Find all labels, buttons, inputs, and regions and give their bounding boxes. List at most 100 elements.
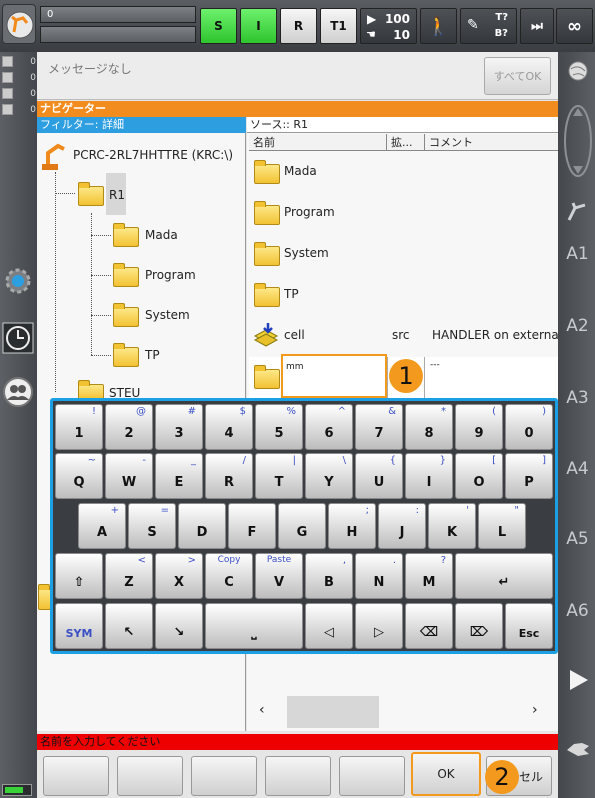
tree-item-tp[interactable]: TP (145, 348, 160, 362)
key-f[interactable]: F (228, 503, 276, 549)
scroll-thumb[interactable] (287, 696, 379, 728)
run-mode-button[interactable]: ⏭ (520, 8, 554, 44)
robot-interpreter-status[interactable]: R (280, 8, 317, 44)
operating-mode-button[interactable]: T1 (320, 8, 357, 44)
axis-label-a5[interactable]: A5 (560, 529, 595, 549)
message-count-hint[interactable]: 0 (2, 104, 36, 115)
acknowledge-all-button[interactable]: すべてOK (484, 57, 551, 95)
key-4[interactable]: $4 (205, 404, 253, 450)
softkey-3[interactable] (191, 756, 257, 796)
column-header-ext[interactable]: 拡... (387, 134, 425, 151)
comment-input[interactable]: --- (430, 360, 440, 370)
key-n[interactable]: .N (355, 553, 403, 599)
list-item[interactable]: cell src HANDLER on external ... (249, 316, 558, 356)
softkey-1[interactable] (43, 756, 109, 796)
key-i[interactable]: } I (405, 453, 453, 499)
key-a[interactable]: + A (78, 503, 126, 549)
cursor-home-icon[interactable]: ↖ (105, 603, 153, 649)
key-b[interactable]: ,B (305, 553, 353, 599)
message-count-quit[interactable]: 0 (2, 88, 36, 99)
column-header-comment[interactable]: コメント (425, 134, 558, 151)
scroll-left-icon[interactable]: ‹ (259, 702, 265, 718)
jog-mode-button[interactable]: 🚶 (420, 8, 457, 44)
play-start-icon[interactable] (566, 668, 590, 692)
override-button[interactable]: ▶ 100 ☚ 10 (360, 8, 417, 44)
key-p[interactable]: ] P (505, 453, 553, 499)
key-w[interactable]: -W (105, 453, 153, 499)
column-header-name[interactable]: 名前 (249, 134, 387, 151)
key-s[interactable]: = S (128, 503, 176, 549)
key-r[interactable]: / R (205, 453, 253, 499)
cursor-right-icon[interactable]: ▷ (355, 603, 403, 649)
gear-icon[interactable] (3, 266, 33, 296)
axis-label-a1[interactable]: A1 (560, 244, 595, 264)
filter-label[interactable]: フィルター: 詳細 (37, 117, 246, 133)
list-item[interactable]: System (249, 234, 558, 274)
key-h[interactable]: ; H (328, 503, 376, 549)
ok-button[interactable]: OK (411, 752, 481, 796)
key-g[interactable]: G (278, 503, 326, 549)
axis-label-a2[interactable]: A2 (560, 316, 595, 336)
incremental-button[interactable]: ∞ (556, 8, 593, 44)
cursor-end-icon[interactable]: ↘ (155, 603, 203, 649)
message-count-ack[interactable]: 0 (2, 56, 36, 67)
key-k[interactable]: ' K (428, 503, 476, 549)
key-9[interactable]: (9 (455, 404, 503, 450)
key-0[interactable]: ) 0 (505, 404, 553, 450)
softkey-2[interactable] (117, 756, 183, 796)
key-3[interactable]: #3 (155, 404, 203, 450)
key-x[interactable]: > X (155, 553, 203, 599)
list-item[interactable]: TP (249, 275, 558, 315)
key-l[interactable]: " L (478, 503, 526, 549)
horizontal-scrollbar[interactable]: ‹ › (249, 693, 555, 731)
key-c[interactable]: Copy C (205, 553, 253, 599)
delete-key-icon[interactable]: ⌦ (455, 603, 503, 649)
key-o[interactable]: [O (455, 453, 503, 499)
key-t[interactable]: | T (255, 453, 303, 499)
key-7[interactable]: & 7 (355, 404, 403, 450)
shift-key-icon[interactable]: ⇧ (55, 553, 103, 599)
tree-root-label[interactable]: PCRC-2RL7HHTTRE (KRC:\) (73, 148, 233, 162)
filename-input[interactable]: mm (281, 354, 387, 398)
key-5[interactable]: % 5 (255, 404, 303, 450)
list-item[interactable]: Mada (249, 152, 558, 192)
key-u[interactable]: {U (355, 453, 403, 499)
escape-key[interactable]: Esc (505, 603, 553, 649)
users-icon[interactable] (2, 376, 34, 408)
program-name-display[interactable]: 0 (40, 6, 196, 23)
softkey-5[interactable] (339, 756, 405, 796)
scroll-right-icon[interactable]: › (532, 702, 538, 718)
tree-item-mada[interactable]: Mada (145, 228, 178, 242)
list-item[interactable]: Program (249, 193, 558, 233)
tree-item-program[interactable]: Program (145, 268, 196, 282)
hand-jog-icon[interactable] (564, 738, 592, 760)
key-z[interactable]: < Z (105, 553, 153, 599)
backspace-icon[interactable]: ⌫ (405, 603, 453, 649)
space-key-icon[interactable]: ⎵ (205, 603, 303, 649)
tree-item-r1[interactable]: R1 (109, 188, 125, 202)
key-v[interactable]: Paste V (255, 553, 303, 599)
key-j[interactable]: :J (378, 503, 426, 549)
submit-interpreter-status[interactable]: S (200, 8, 237, 44)
key-d[interactable]: D (178, 503, 226, 549)
cursor-left-icon[interactable]: ◁ (305, 603, 353, 649)
axis-label-a3[interactable]: A3 (560, 388, 595, 408)
key-1[interactable]: ! 1 (55, 404, 103, 450)
key-6[interactable]: ^ 6 (305, 404, 353, 450)
axis-label-a6[interactable]: A6 (560, 601, 595, 621)
key-e[interactable]: _ E (155, 453, 203, 499)
globe-icon[interactable] (567, 60, 589, 82)
key-2[interactable]: @2 (105, 404, 153, 450)
key-8[interactable]: * 8 (405, 404, 453, 450)
message-count-status[interactable]: 0 (2, 72, 36, 83)
enter-key-icon[interactable]: ↵ (455, 553, 553, 599)
drives-status[interactable]: I (240, 8, 277, 44)
key-y[interactable]: \ Y (305, 453, 353, 499)
clock-icon[interactable] (2, 322, 34, 354)
kuka-robot-logo-button[interactable] (2, 4, 36, 44)
tool-base-button[interactable]: ✎ T? B? (460, 8, 517, 44)
tree-item-system[interactable]: System (145, 308, 190, 322)
sym-key[interactable]: SYM (55, 603, 103, 649)
axis-label-a4[interactable]: A4 (560, 459, 595, 479)
key-m[interactable]: ? M (405, 553, 453, 599)
